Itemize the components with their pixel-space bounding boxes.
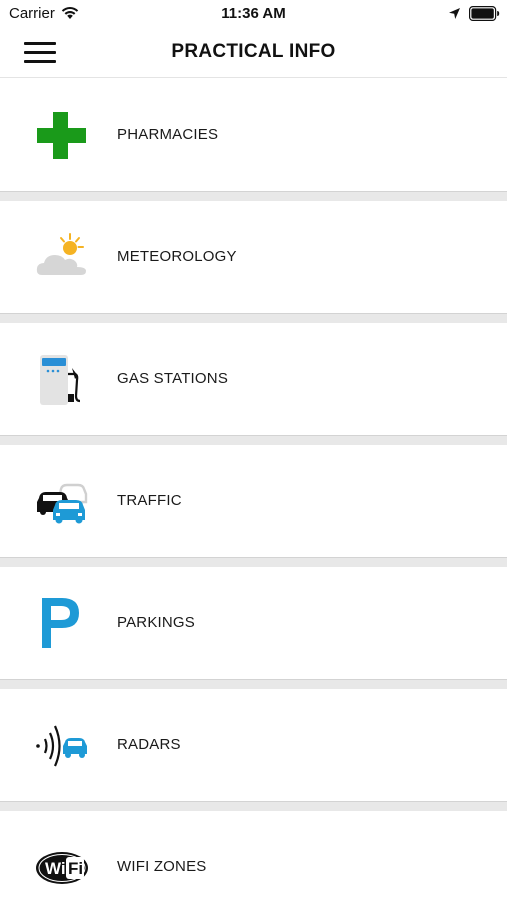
- nav-bar: PRACTICAL INFO: [0, 28, 507, 78]
- list-separator: [0, 679, 507, 689]
- weather-sun-cloud-icon: [34, 230, 90, 286]
- location-arrow-icon: [449, 8, 460, 19]
- page-title: PRACTICAL INFO: [171, 41, 336, 62]
- list-item-meteorology[interactable]: METEOROLOGY: [0, 201, 507, 313]
- list-item-parkings[interactable]: PARKINGS: [0, 567, 507, 679]
- parking-p-icon: [34, 596, 90, 652]
- list-item-label: PARKINGS: [117, 614, 196, 631]
- pharmacy-cross-icon: [34, 108, 90, 164]
- list-item-radars[interactable]: RADARS: [0, 689, 507, 801]
- list-item-label: WIFI ZONES: [117, 858, 207, 875]
- radar-car-icon: [34, 718, 90, 774]
- status-bar: Carrier 11:36 AM: [0, 0, 507, 28]
- list-item-label: GAS STATIONS: [117, 370, 229, 387]
- list-item-traffic[interactable]: TRAFFIC: [0, 445, 507, 557]
- list-item-label: TRAFFIC: [117, 492, 182, 509]
- list-item-label: METEOROLOGY: [117, 248, 237, 265]
- gas-pump-icon: [34, 352, 90, 408]
- list-item-label: PHARMACIES: [117, 126, 219, 143]
- list-item-label: RADARS: [117, 736, 181, 753]
- list-separator: [0, 313, 507, 323]
- practical-info-list: PHARMACIES METEOROLOGY GAS STATIONS TRAF…: [0, 79, 507, 900]
- list-item-gas-stations[interactable]: GAS STATIONS: [0, 323, 507, 435]
- traffic-cars-icon: [34, 474, 90, 530]
- list-separator: [0, 557, 507, 567]
- svg-text:Fi: Fi: [68, 859, 83, 878]
- list-separator: [0, 801, 507, 811]
- status-time: 11:36 AM: [221, 5, 286, 22]
- svg-text:Wi: Wi: [45, 859, 66, 878]
- list-item-pharmacies[interactable]: PHARMACIES: [0, 79, 507, 191]
- wifi-badge-icon: Wi Fi: [34, 840, 90, 896]
- list-item-wifi-zones[interactable]: Wi Fi WIFI ZONES: [0, 811, 507, 900]
- list-separator: [0, 435, 507, 445]
- list-separator: [0, 191, 507, 201]
- battery-icon: [469, 6, 500, 21]
